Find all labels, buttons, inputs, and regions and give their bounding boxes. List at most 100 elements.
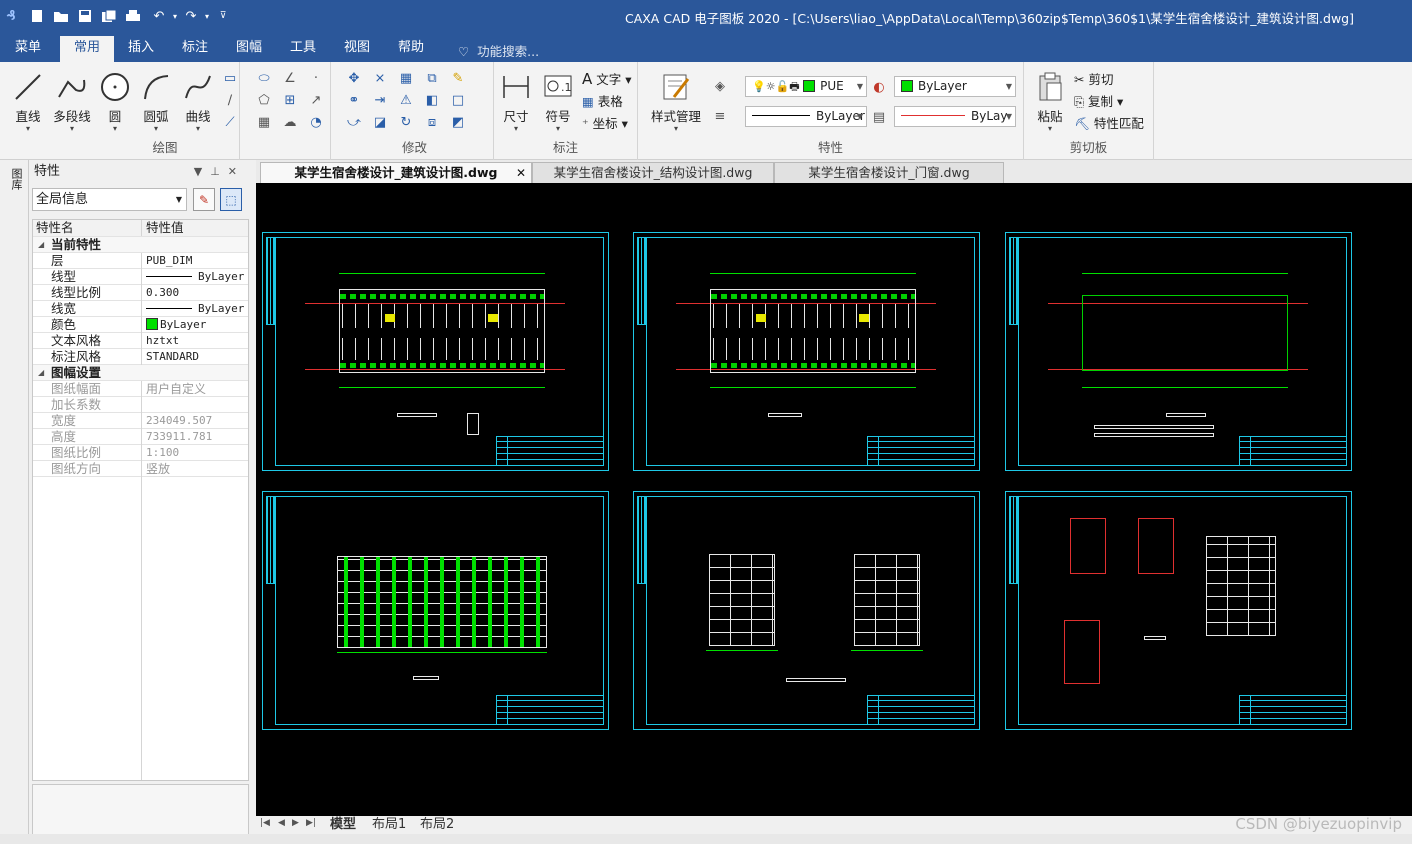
- move-icon[interactable]: ✥: [346, 70, 362, 86]
- ellipse-icon[interactable]: ⬭: [256, 70, 272, 86]
- app-logo-icon[interactable]: ₰: [2, 6, 20, 26]
- library-tab[interactable]: 图库: [8, 168, 23, 208]
- symbol-button[interactable]: .1 符号 ▾: [538, 70, 578, 133]
- quick-select-icon[interactable]: ⬚: [220, 188, 242, 211]
- mirror-icon[interactable]: ⧉: [424, 70, 440, 86]
- array-icon[interactable]: ▦: [398, 70, 414, 86]
- drawing-sheet[interactable]: [262, 232, 609, 471]
- tab-common[interactable]: 常用: [60, 36, 114, 62]
- last-layout-icon[interactable]: ▶|: [306, 818, 316, 828]
- doc-tab-architecture[interactable]: 某学生宿舍楼设计_建筑设计图.dwg ✕: [260, 162, 532, 183]
- prop-row[interactable]: 线型比例 0.300: [33, 285, 248, 301]
- tab-help[interactable]: 帮助: [388, 38, 434, 62]
- linewidth-icon[interactable]: ▤: [871, 109, 887, 125]
- copy-button[interactable]: ⎘ 复制 ▾: [1074, 91, 1123, 110]
- color-wheel-icon[interactable]: ◐: [871, 79, 887, 95]
- pin-icon[interactable]: ⊥: [210, 165, 228, 178]
- prop-row[interactable]: 线宽 ByLayer: [33, 301, 248, 317]
- dimension-button[interactable]: 尺寸 ▾: [496, 70, 536, 133]
- coordinate-button[interactable]: ⁺ 坐标 ▾: [582, 113, 628, 132]
- hatch-icon[interactable]: ⟋: [222, 114, 238, 130]
- linewidth-select[interactable]: ByLay ▼: [894, 106, 1016, 127]
- clear-selection-icon[interactable]: ✎: [193, 188, 215, 211]
- category-sheet[interactable]: ◢ 图幅设置: [33, 365, 248, 381]
- paste-button[interactable]: 粘贴 ▾: [1030, 70, 1070, 133]
- parallel-line-icon[interactable]: ∕: [222, 92, 238, 108]
- text-button[interactable]: A 文字 ▾: [582, 69, 632, 88]
- layer-manager-icon[interactable]: ◈: [712, 78, 728, 94]
- curve-button[interactable]: 曲线 ▾: [178, 70, 218, 133]
- angle-icon[interactable]: ∠: [282, 70, 298, 86]
- layout-tab-2[interactable]: 布局2: [420, 816, 454, 833]
- prop-row[interactable]: 线型 ByLayer: [33, 269, 248, 285]
- first-layout-icon[interactable]: |◀: [260, 818, 270, 828]
- layer-select[interactable]: 💡☼🔓🖶 PUE ▼: [745, 76, 867, 97]
- prop-row[interactable]: 文本风格 hztxt: [33, 333, 248, 349]
- linetype-select[interactable]: ByLayer ▼: [745, 106, 867, 127]
- layout-tab-model[interactable]: 模型: [330, 816, 356, 833]
- chamfer-icon[interactable]: ◪: [372, 114, 388, 130]
- doc-tab-doors-windows[interactable]: 某学生宿舍楼设计_门窗.dwg: [774, 162, 1004, 183]
- drawing-sheet[interactable]: [1005, 232, 1352, 471]
- explode-icon[interactable]: ◩: [450, 114, 466, 130]
- polyline-button[interactable]: 多段线 ▾: [50, 70, 94, 133]
- linewidth-list-icon[interactable]: ≡: [712, 108, 728, 124]
- arrow-icon[interactable]: ↗: [308, 92, 324, 108]
- break-icon[interactable]: ⧈: [424, 114, 440, 130]
- fillet-icon[interactable]: ⤻: [346, 114, 362, 130]
- save-icon[interactable]: [76, 6, 94, 26]
- cloud-icon[interactable]: ☁: [282, 114, 298, 130]
- scope-select[interactable]: 全局信息 ▼: [32, 188, 187, 211]
- open-file-icon[interactable]: [52, 6, 70, 26]
- tab-view[interactable]: 视图: [334, 38, 380, 62]
- tab-dimension[interactable]: 标注: [172, 38, 218, 62]
- stretch-icon[interactable]: ⚠: [398, 92, 414, 108]
- next-layout-icon[interactable]: ▶: [292, 818, 299, 828]
- rectangle-icon[interactable]: ▭: [222, 70, 238, 86]
- tab-menu[interactable]: 菜单: [6, 38, 50, 62]
- tab-insert[interactable]: 插入: [118, 38, 164, 62]
- point-icon[interactable]: ·: [308, 70, 324, 86]
- drawing-sheet[interactable]: [633, 232, 980, 471]
- style-manager-button[interactable]: 样式管理 ▾: [648, 70, 704, 133]
- scale-icon[interactable]: ◧: [424, 92, 440, 108]
- table-button[interactable]: ▦ 表格: [582, 91, 623, 110]
- prev-layout-icon[interactable]: ◀: [278, 818, 285, 828]
- drawing-sheet[interactable]: [633, 491, 980, 730]
- print-icon[interactable]: [124, 6, 142, 26]
- color-select[interactable]: ByLayer ▼: [894, 76, 1016, 97]
- layout-tab-1[interactable]: 布局1: [372, 816, 406, 833]
- trim-icon[interactable]: ⨯: [372, 70, 388, 86]
- prop-row[interactable]: 层 PUB_DIM: [33, 253, 248, 269]
- drawing-sheet[interactable]: [1005, 491, 1352, 730]
- match-properties-button[interactable]: ⛏ 特性匹配: [1074, 113, 1144, 132]
- new-file-icon[interactable]: [28, 6, 46, 26]
- circle-button[interactable]: 圆 ▾: [95, 70, 135, 133]
- spline-icon[interactable]: ◔: [308, 114, 324, 130]
- close-icon[interactable]: ✕: [228, 165, 245, 178]
- arc-button[interactable]: 圆弧 ▾: [136, 70, 176, 133]
- save-all-icon[interactable]: [100, 6, 118, 26]
- copy-icon[interactable]: ⚭: [346, 92, 362, 108]
- cut-button[interactable]: ✂ 剪切: [1074, 69, 1113, 88]
- rotate-icon[interactable]: ↻: [398, 114, 414, 130]
- fill-icon[interactable]: ▦: [256, 114, 272, 130]
- doc-tab-structure[interactable]: 某学生宿舍楼设计_结构设计图.dwg: [532, 162, 774, 183]
- polygon-icon[interactable]: ⬠: [256, 92, 272, 108]
- customize-toolbar-icon[interactable]: ⊽: [214, 6, 232, 26]
- drawing-sheet[interactable]: [262, 491, 609, 730]
- prop-row[interactable]: 颜色 ByLayer: [33, 317, 248, 333]
- offset-icon[interactable]: □: [450, 92, 466, 108]
- line-button[interactable]: 直线 ▾: [8, 70, 48, 133]
- category-current[interactable]: ◢ 当前特性: [33, 237, 248, 253]
- extend-icon[interactable]: ⇥: [372, 92, 388, 108]
- prop-row[interactable]: 标注风格 STANDARD: [33, 349, 248, 365]
- centerline-icon[interactable]: ⊞: [282, 92, 298, 108]
- panel-menu-icon[interactable]: ▼: [194, 165, 210, 178]
- function-search[interactable]: ♡ 功能搜索...: [458, 41, 539, 60]
- tab-tools[interactable]: 工具: [280, 38, 326, 62]
- drawing-canvas[interactable]: [256, 183, 1412, 816]
- erase-icon[interactable]: ✎: [450, 70, 466, 86]
- tab-sheet[interactable]: 图幅: [226, 38, 272, 62]
- close-tab-icon[interactable]: ✕: [516, 163, 526, 183]
